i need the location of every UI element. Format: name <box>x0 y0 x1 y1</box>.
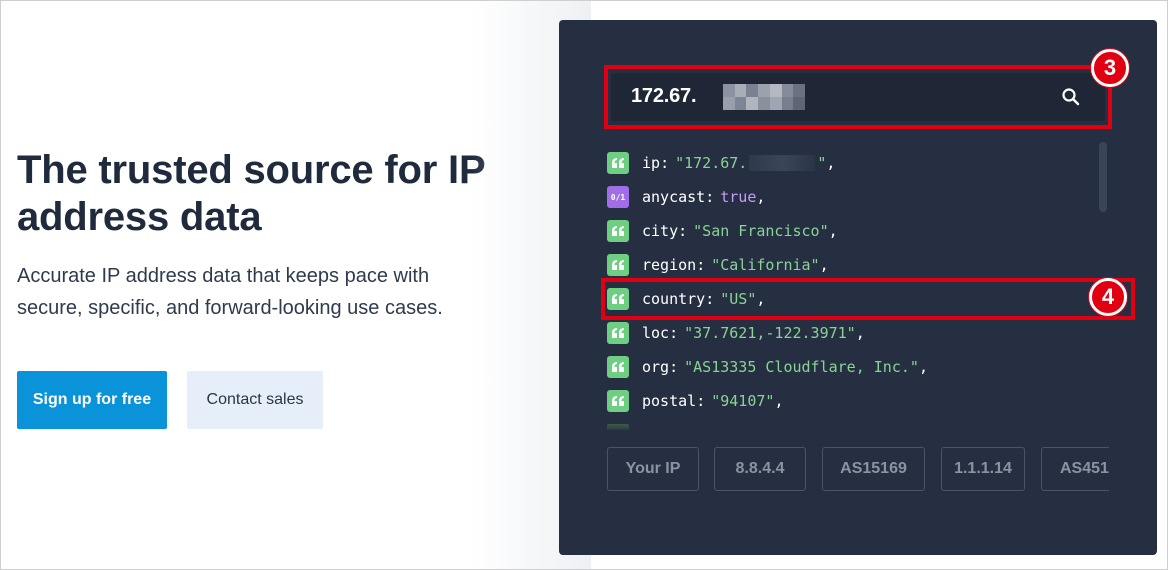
field-key: ip <box>642 154 661 172</box>
chip-1-1-1-14[interactable]: 1.1.1.14 <box>941 447 1025 491</box>
boolean-type-label: 0/1 <box>610 192 626 202</box>
result-row-loc: loc: "37.7621,-122.3971", <box>607 316 1097 350</box>
field-colon: : <box>696 256 706 274</box>
chip-8-8-4-4[interactable]: 8.8.4.4 <box>714 447 806 491</box>
quote-icon <box>607 152 629 174</box>
example-chips: Your IP 8.8.4.4 AS15169 1.1.1.14 AS4519 <box>607 447 1109 493</box>
redacted-block <box>749 155 816 171</box>
field-key: postal <box>642 392 697 410</box>
result-row-org: org: "AS13335 Cloudflare, Inc.", <box>607 350 1097 384</box>
result-row-anycast: 0/1 anycast: true, <box>607 180 1097 214</box>
chip-your-ip[interactable]: Your IP <box>607 447 699 491</box>
quote-icon <box>607 356 629 378</box>
field-value: "AS13335 Cloudflare, Inc." <box>684 358 919 376</box>
field-comma: , <box>828 222 838 240</box>
field-colon: : <box>696 392 706 410</box>
field-value: "California" <box>711 256 820 274</box>
field-key: loc <box>642 324 670 342</box>
quote-icon <box>607 254 629 276</box>
boolean-type-icon: 0/1 <box>607 186 629 208</box>
page-frame: The trusted source for IP address data A… <box>0 0 1168 570</box>
field-comma: , <box>826 154 836 172</box>
field-comma: , <box>756 188 766 206</box>
contact-sales-button[interactable]: Contact sales <box>187 371 323 429</box>
list-fade <box>607 424 1097 432</box>
field-key: org <box>642 358 670 376</box>
sign-up-button[interactable]: Sign up for free <box>17 371 167 429</box>
quote-icon <box>607 390 629 412</box>
field-key: anycast <box>642 188 706 206</box>
ip-lookup-panel: 172.67. 3 ip: "172.67. ", 0/1 anycast: true, c… <box>559 20 1157 555</box>
field-key: city <box>642 222 679 240</box>
field-colon: : <box>669 358 679 376</box>
result-row-ip: ip: "172.67. ", <box>607 146 1097 180</box>
result-row-city: city: "San Francisco", <box>607 214 1097 248</box>
result-row-postal: postal: "94107", <box>607 384 1097 418</box>
field-value: "37.7621,-122.3971" <box>684 324 856 342</box>
field-value: "94107" <box>711 392 775 410</box>
hero-title: The trusted source for IP address data <box>17 148 485 239</box>
field-value: "172.67. <box>675 154 748 172</box>
field-comma: , <box>918 358 928 376</box>
result-row-region: region: "California", <box>607 248 1097 282</box>
field-value: true <box>720 188 757 206</box>
quote-icon <box>607 220 629 242</box>
step-badge-4: 4 <box>1089 278 1127 316</box>
highlight-box-4 <box>601 278 1135 320</box>
field-value-end: " <box>817 154 827 172</box>
field-comma: , <box>774 392 784 410</box>
result-scrollbar[interactable] <box>1099 142 1107 212</box>
field-colon: : <box>660 154 670 172</box>
chip-as15169[interactable]: AS15169 <box>822 447 925 491</box>
field-key: region <box>642 256 697 274</box>
hero-subtitle: Accurate IP address data that keeps pace… <box>17 265 443 319</box>
field-comma: , <box>855 324 865 342</box>
field-comma: , <box>819 256 829 274</box>
chip-as4519[interactable]: AS4519 <box>1041 447 1109 491</box>
field-colon: : <box>705 188 715 206</box>
field-colon: : <box>678 222 688 240</box>
field-colon: : <box>669 324 679 342</box>
highlight-box-3 <box>604 65 1112 129</box>
quote-icon <box>607 322 629 344</box>
step-badge-3: 3 <box>1091 49 1129 87</box>
field-value: "San Francisco" <box>693 222 829 240</box>
